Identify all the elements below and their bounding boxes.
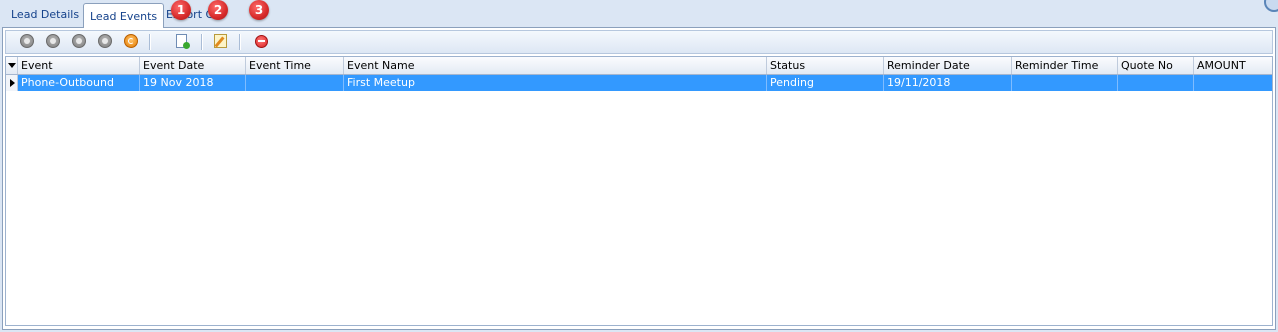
plus-icon — [183, 42, 190, 49]
grid-toolbar — [5, 30, 1273, 54]
column-header-event[interactable]: Event — [18, 57, 140, 74]
previous-record-button[interactable] — [45, 33, 63, 51]
table-row[interactable]: Phone-Outbound 19 Nov 2018 First Meetup … — [6, 75, 1272, 91]
tab-lead-details[interactable]: Lead Details — [5, 4, 85, 26]
cell-reminder-time[interactable] — [1012, 75, 1118, 91]
refresh-button[interactable] — [123, 33, 141, 51]
last-record-icon — [98, 34, 112, 48]
column-header-quote-no[interactable]: Quote No — [1118, 57, 1194, 74]
previous-record-icon — [46, 34, 60, 48]
cell-event-time[interactable] — [246, 75, 344, 91]
first-record-button[interactable] — [19, 33, 37, 51]
events-grid: Event Event Date Event Time Event Name S… — [5, 56, 1273, 326]
toolbar-separator — [239, 34, 240, 50]
column-header-status[interactable]: Status — [767, 57, 884, 74]
column-header-amount[interactable]: AMOUNT — [1194, 57, 1272, 74]
tab-lead-events[interactable]: Lead Events — [83, 3, 165, 28]
cell-event-name[interactable]: First Meetup — [344, 75, 767, 91]
tab-strip: Lead Details Lead Events Export G 1 2 3 — [0, 0, 1278, 28]
annotation-badge-3: 3 — [249, 0, 269, 20]
lead-events-panel: Event Event Date Event Time Event Name S… — [2, 27, 1276, 330]
column-header-event-date[interactable]: Event Date — [140, 57, 246, 74]
cell-status[interactable]: Pending — [767, 75, 884, 91]
cell-quote-no[interactable] — [1118, 75, 1194, 91]
refresh-icon — [124, 34, 138, 48]
first-record-icon — [20, 34, 34, 48]
annotation-badge-2: 2 — [208, 0, 228, 20]
annotation-badge-1: 1 — [171, 0, 191, 20]
grid-header: Event Event Date Event Time Event Name S… — [6, 57, 1272, 75]
add-event-button[interactable] — [173, 33, 191, 51]
edit-event-button[interactable] — [212, 33, 230, 51]
cell-amount[interactable] — [1194, 75, 1272, 91]
cell-event-date[interactable]: 19 Nov 2018 — [140, 75, 246, 91]
window-corner-icon — [1264, 0, 1278, 12]
cell-event[interactable]: Phone-Outbound — [18, 75, 140, 91]
last-record-button[interactable] — [97, 33, 115, 51]
toolbar-separator — [201, 34, 202, 50]
next-record-button[interactable] — [71, 33, 89, 51]
column-header-event-time[interactable]: Event Time — [246, 57, 344, 74]
delete-icon — [255, 35, 268, 48]
next-record-icon — [72, 34, 86, 48]
toolbar-separator — [149, 34, 150, 50]
delete-event-button[interactable] — [253, 33, 271, 51]
column-header-reminder-date[interactable]: Reminder Date — [884, 57, 1012, 74]
row-indicator-icon — [6, 75, 18, 91]
column-header-reminder-time[interactable]: Reminder Time — [1012, 57, 1118, 74]
column-chooser-icon[interactable] — [6, 57, 18, 74]
column-header-event-name[interactable]: Event Name — [344, 57, 767, 74]
cell-reminder-date[interactable]: 19/11/2018 — [884, 75, 1012, 91]
